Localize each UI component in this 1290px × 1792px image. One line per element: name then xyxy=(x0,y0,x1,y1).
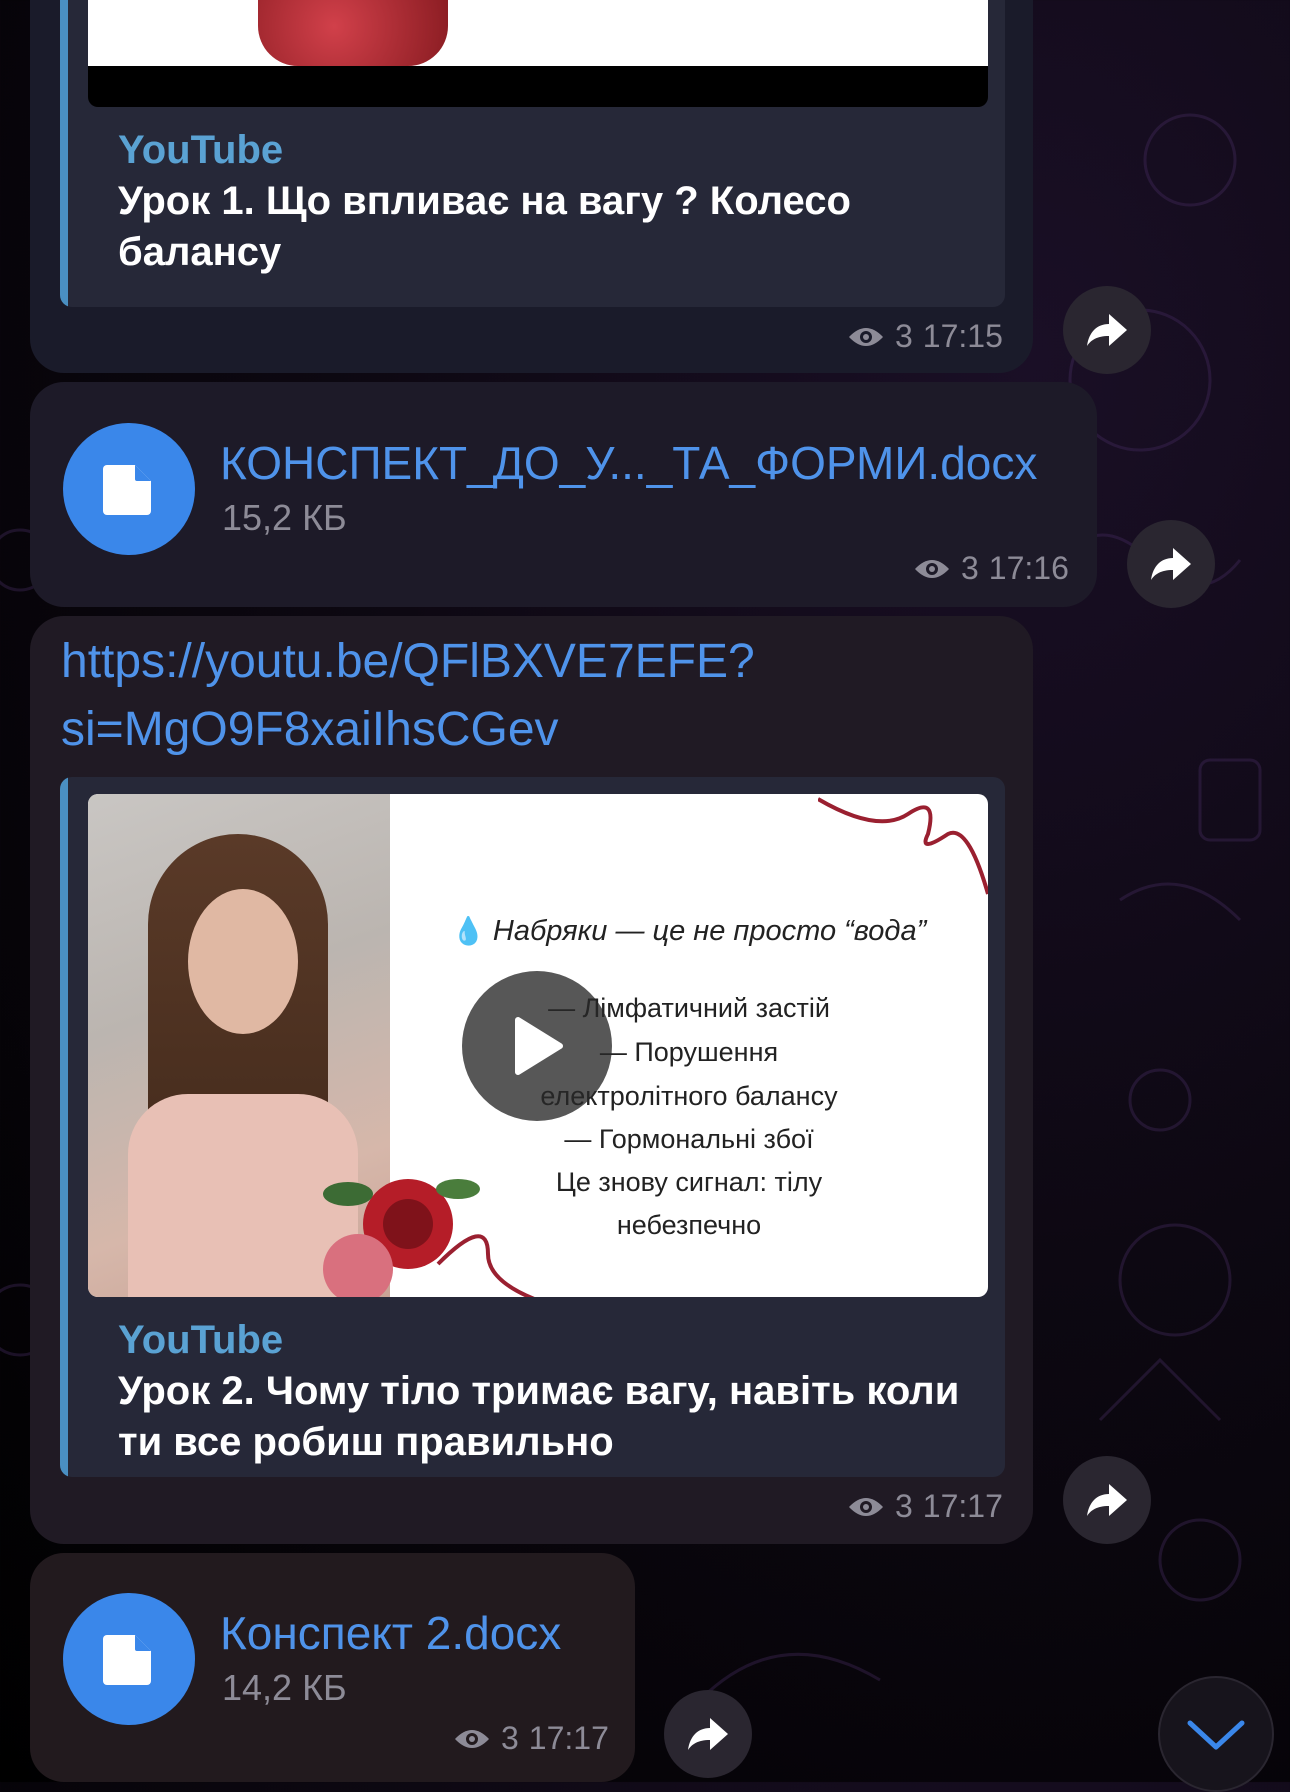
preview-title[interactable]: Урок 1. Що впливає на вагу ? Колесо бала… xyxy=(118,176,938,278)
share-button[interactable] xyxy=(1127,520,1215,608)
message-link-line1[interactable]: https://youtu.be/QFlBXVE7EFE? xyxy=(61,628,755,696)
file-size: 14,2 КБ xyxy=(222,1667,347,1708)
file-name[interactable]: Конспект 2.docx xyxy=(220,1606,561,1660)
message-meta-3: 3 17:17 xyxy=(847,1488,1003,1525)
message-time: 17:15 xyxy=(922,318,1003,354)
share-button[interactable] xyxy=(664,1690,752,1778)
slide-line: небезпечно xyxy=(616,1210,762,1240)
link-preview-1[interactable]: YouTube Урок 1. Що впливає на вагу ? Кол… xyxy=(60,0,1005,307)
file-download-button[interactable] xyxy=(63,423,195,555)
document-icon xyxy=(103,1635,151,1685)
slide-title: 💧 Набряки — це не просто “вода” xyxy=(451,915,927,947)
preview-title[interactable]: Урок 2. Чому тіло тримає вагу, навіть ко… xyxy=(118,1366,988,1468)
message-meta-2: 3 17:16 xyxy=(913,550,1069,587)
message-time: 17:17 xyxy=(528,1720,609,1756)
chevron-down-icon xyxy=(1187,1720,1245,1750)
eye-icon xyxy=(915,559,949,578)
preview-site-name: YouTube xyxy=(118,128,284,172)
share-arrow-icon xyxy=(688,1718,728,1750)
link-preview-2[interactable]: 💧 Набряки — це не просто “вода” — Лімфат… xyxy=(60,777,1005,1477)
preview-site-name: YouTube xyxy=(118,1318,284,1362)
message-time: 17:16 xyxy=(988,550,1069,586)
views-count: 3 xyxy=(961,550,979,586)
video-thumbnail-2[interactable]: 💧 Набряки — це не просто “вода” — Лімфат… xyxy=(88,794,988,1297)
share-arrow-icon xyxy=(1151,548,1191,580)
share-arrow-icon xyxy=(1087,314,1127,346)
play-button[interactable] xyxy=(462,971,612,1121)
eye-icon xyxy=(849,1497,883,1516)
views-count: 3 xyxy=(895,1488,913,1524)
views-count: 3 xyxy=(895,318,913,354)
share-arrow-icon xyxy=(1087,1484,1127,1516)
preview-accent-bar xyxy=(60,0,68,307)
scroll-to-bottom-button[interactable] xyxy=(1158,1676,1274,1792)
eye-icon xyxy=(849,327,883,346)
message-link-line2[interactable]: si=MgO9F8xaiIhsCGev xyxy=(61,696,559,764)
slide-line: — Гормональні збої xyxy=(564,1124,814,1154)
message-meta-4: 3 17:17 xyxy=(453,1720,609,1757)
eye-icon xyxy=(455,1729,489,1748)
file-download-button[interactable] xyxy=(63,1593,195,1725)
play-icon xyxy=(515,1017,563,1075)
file-size: 15,2 КБ xyxy=(222,497,347,538)
share-button[interactable] xyxy=(1063,286,1151,374)
views-count: 3 xyxy=(501,1720,519,1756)
ribbon-decoration xyxy=(818,797,988,895)
share-button[interactable] xyxy=(1063,1456,1151,1544)
preview-accent-bar xyxy=(60,777,68,1477)
slide-line: Це знову сигнал: тілу xyxy=(555,1167,823,1197)
document-icon xyxy=(103,465,151,515)
file-name[interactable]: КОНСПЕКТ_ДО_У..._ТА_ФОРМИ.docx xyxy=(220,436,1037,490)
message-time: 17:17 xyxy=(922,1488,1003,1524)
video-thumbnail-1[interactable] xyxy=(88,0,988,107)
message-meta-1: 3 17:15 xyxy=(847,318,1003,355)
